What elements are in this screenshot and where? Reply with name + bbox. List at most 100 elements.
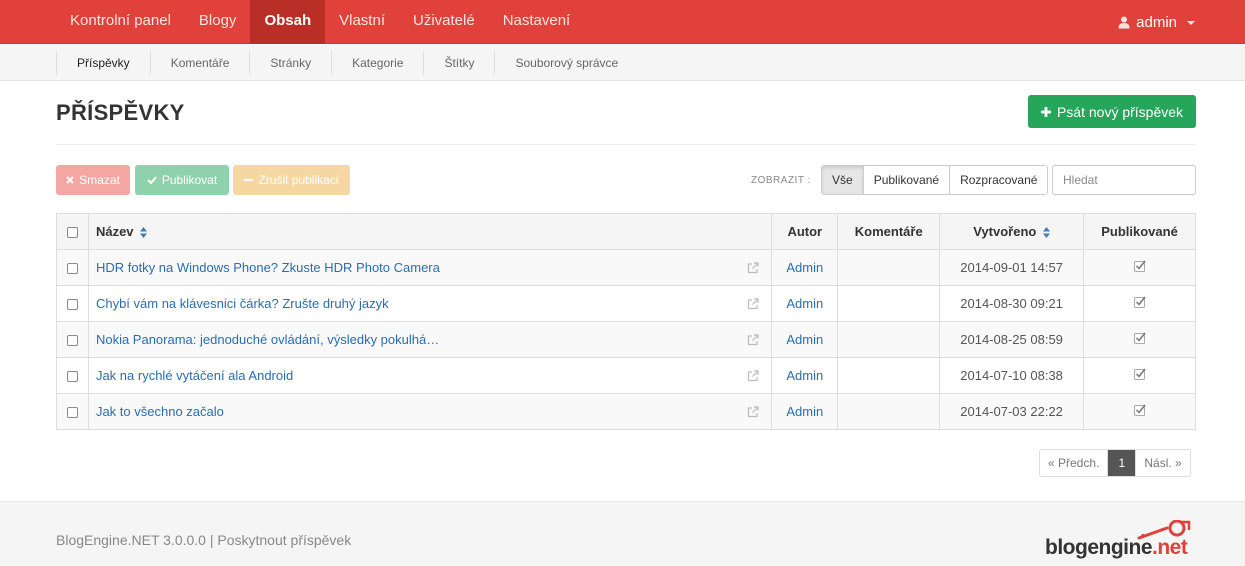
sort-icon xyxy=(140,227,148,239)
row-checkbox[interactable] xyxy=(66,299,78,311)
search-input[interactable] xyxy=(1052,165,1196,195)
sort-icon xyxy=(1042,227,1050,239)
row-checkbox[interactable] xyxy=(66,263,78,275)
row-select-cell xyxy=(56,357,89,394)
row-checkbox[interactable] xyxy=(66,407,78,419)
external-link-icon[interactable] xyxy=(747,333,759,346)
external-link-icon[interactable] xyxy=(747,261,759,274)
logo-text: blogengine.net xyxy=(1045,536,1188,560)
blogengine-logo: blogengine.net xyxy=(1045,520,1205,562)
external-link-icon[interactable] xyxy=(747,369,759,382)
column-header-created[interactable]: Vytvořeno xyxy=(939,213,1085,250)
logo-text-suffix: .net xyxy=(1152,536,1188,559)
comments-cell xyxy=(837,357,941,394)
row-checkbox[interactable] xyxy=(66,335,78,347)
table-row: Chybí vám na klávesnici čárka? Zrušte dr… xyxy=(56,285,1196,322)
published-cell xyxy=(1083,393,1196,430)
checkbox-checked-icon xyxy=(1133,296,1146,308)
author-link[interactable]: Admin xyxy=(786,296,823,311)
row-select-cell xyxy=(56,321,89,358)
comments-cell xyxy=(837,249,941,286)
filter-all-button[interactable]: Vše xyxy=(822,166,863,194)
column-header-created-label: Vytvořeno xyxy=(973,224,1037,239)
published-cell xyxy=(1083,357,1196,394)
author-link[interactable]: Admin xyxy=(786,260,823,275)
post-title-link[interactable]: Jak to všechno začalo xyxy=(96,404,224,419)
select-all-cell xyxy=(56,213,89,250)
column-header-name[interactable]: Název xyxy=(87,213,773,250)
checkbox-checked-icon xyxy=(1133,260,1146,272)
published-cell xyxy=(1083,249,1196,286)
comments-cell xyxy=(837,393,941,430)
post-title-link[interactable]: Chybí vám na klávesnici čárka? Zrušte dr… xyxy=(96,296,389,311)
column-header-comments: Komentáře xyxy=(837,213,941,250)
subnav-item-categories[interactable]: Kategorie xyxy=(331,51,423,75)
unpublish-label: Zrušit publikaci xyxy=(258,173,339,187)
checkbox-checked-icon xyxy=(1133,332,1146,344)
subnav-item-posts[interactable]: Příspěvky xyxy=(56,51,150,75)
author-cell: Admin xyxy=(771,321,839,358)
user-name: admin xyxy=(1136,13,1177,31)
author-link[interactable]: Admin xyxy=(786,332,823,347)
post-title-link[interactable]: Nokia Panorama: jednoduché ovládání, výs… xyxy=(96,332,439,347)
nav-item-blogs[interactable]: Blogy xyxy=(185,0,251,44)
row-checkbox[interactable] xyxy=(66,371,78,383)
filter-label: ZOBRAZIT : xyxy=(751,175,811,186)
subnav-item-file-manager[interactable]: Souborový správce xyxy=(494,51,638,75)
created-cell: 2014-09-01 14:57 xyxy=(939,249,1085,286)
subnav-item-pages[interactable]: Stránky xyxy=(249,51,331,75)
author-link[interactable]: Admin xyxy=(786,404,823,419)
nav-item-dashboard[interactable]: Kontrolní panel xyxy=(56,0,185,44)
select-all-checkbox[interactable] xyxy=(66,227,78,239)
pagination-next[interactable]: Násl. » xyxy=(1135,450,1190,476)
posts-table: Název Autor Komentáře Vytvořeno Publikov… xyxy=(56,213,1196,430)
row-select-cell xyxy=(56,249,89,286)
top-nav-items: Kontrolní panel Blogy Obsah Vlastní Uživ… xyxy=(56,0,584,44)
user-icon xyxy=(1118,16,1130,28)
created-cell: 2014-08-25 08:59 xyxy=(939,321,1085,358)
post-title-link[interactable]: HDR fotky na Windows Phone? Zkuste HDR P… xyxy=(96,260,440,275)
published-cell xyxy=(1083,285,1196,322)
delete-label: Smazat xyxy=(79,173,120,187)
unpublish-button[interactable]: Zrušit publikaci xyxy=(233,165,350,195)
post-title-cell: Nokia Panorama: jednoduché ovládání, výs… xyxy=(87,321,773,358)
footer: BlogEngine.NET 3.0.0.0 | Poskytnout přís… xyxy=(0,501,1245,566)
page-title: PŘÍSPĚVKY xyxy=(56,100,185,125)
filter-published-button[interactable]: Publikované xyxy=(862,166,950,194)
table-row: Jak na rychlé vytáčení ala Android Admin… xyxy=(56,357,1196,394)
post-title-link[interactable]: Jak na rychlé vytáčení ala Android xyxy=(96,368,293,383)
contribute-link[interactable]: Poskytnout příspěvek xyxy=(217,532,351,548)
footer-separator: | xyxy=(205,532,218,548)
nav-item-settings[interactable]: Nastavení xyxy=(489,0,585,44)
caret-down-icon xyxy=(1187,21,1195,25)
pagination-prev[interactable]: « Předch. xyxy=(1040,450,1108,476)
delete-button[interactable]: Smazat xyxy=(56,165,130,195)
nav-item-content[interactable]: Obsah xyxy=(250,0,326,44)
post-title-cell: Jak to všechno začalo xyxy=(87,393,773,430)
external-link-icon[interactable] xyxy=(747,297,759,310)
pagination-page-current[interactable]: 1 xyxy=(1107,450,1136,476)
nav-item-custom[interactable]: Vlastní xyxy=(325,0,399,44)
publish-button[interactable]: Publikovat xyxy=(135,165,229,195)
author-cell: Admin xyxy=(771,285,839,322)
new-post-label: Psát nový příspěvek xyxy=(1056,103,1184,120)
filter-drafts-button[interactable]: Rozpracované xyxy=(949,166,1048,194)
column-header-name-label: Název xyxy=(95,224,134,239)
created-cell: 2014-08-30 09:21 xyxy=(939,285,1085,322)
minus-icon xyxy=(244,179,254,182)
header-divider xyxy=(56,144,1196,145)
user-menu[interactable]: admin xyxy=(1118,0,1195,44)
footer-version: BlogEngine.NET 3.0.0.0 xyxy=(56,532,206,548)
nav-item-users[interactable]: Uživatelé xyxy=(399,0,489,44)
post-title-cell: Chybí vám na klávesnici čárka? Zrušte dr… xyxy=(87,285,773,322)
table-row: HDR fotky na Windows Phone? Zkuste HDR P… xyxy=(56,249,1196,286)
subnav-item-comments[interactable]: Komentáře xyxy=(149,51,250,75)
subnav-item-tags[interactable]: Štítky xyxy=(423,51,494,75)
external-link-icon[interactable] xyxy=(747,405,759,418)
plus-icon xyxy=(1040,106,1051,117)
author-link[interactable]: Admin xyxy=(786,368,823,383)
new-post-button[interactable]: Psát nový příspěvek xyxy=(1028,95,1196,128)
created-cell: 2014-07-03 22:22 xyxy=(939,393,1085,430)
footer-text: BlogEngine.NET 3.0.0.0 | Poskytnout přís… xyxy=(56,532,351,548)
table-row: Jak to všechno začalo Admin 2014-07-03 2… xyxy=(56,393,1196,430)
